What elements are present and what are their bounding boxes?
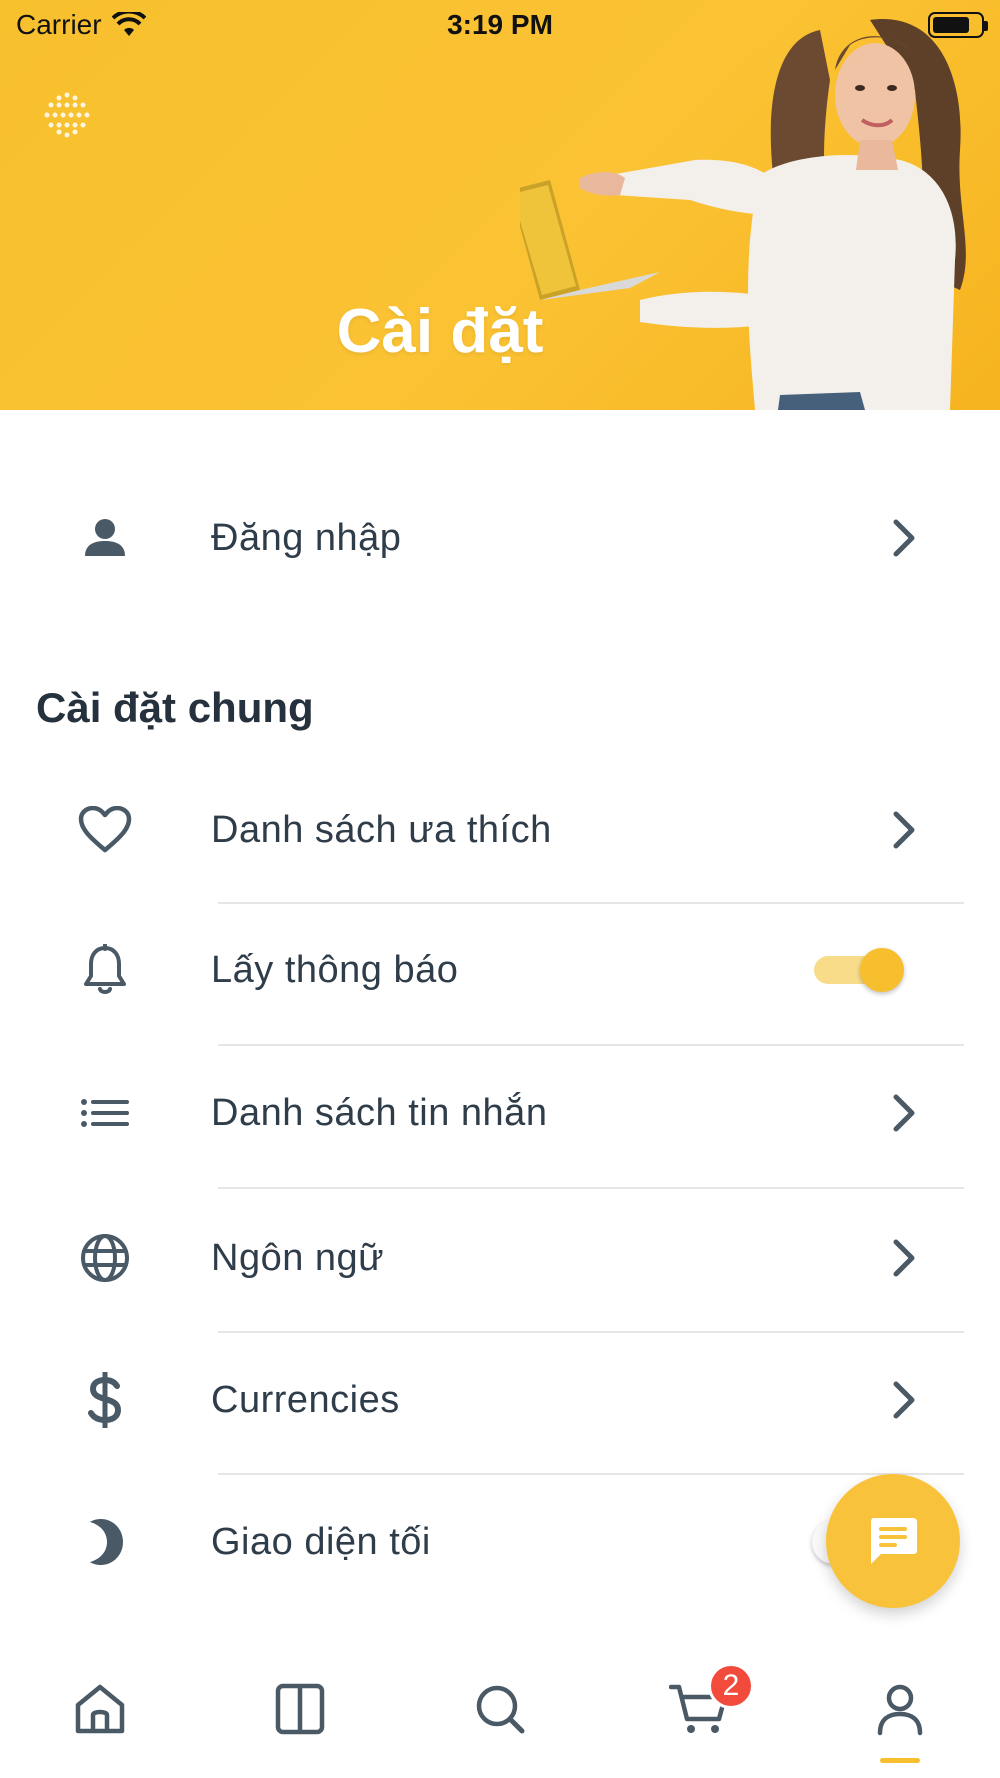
- heart-icon: [78, 803, 132, 857]
- person-icon: [78, 511, 132, 565]
- messages-row[interactable]: Danh sách tin nhắn: [0, 1043, 1000, 1183]
- dark-mode-label: Giao diện tối: [211, 1520, 431, 1563]
- currencies-row[interactable]: Currencies: [0, 1330, 1000, 1470]
- bell-icon: [78, 943, 132, 997]
- chevron-right-icon: [893, 1381, 915, 1419]
- globe-icon: [78, 1231, 132, 1285]
- bottom-navigation: 2: [0, 1640, 1000, 1778]
- battery-level: [933, 17, 969, 33]
- moon-icon: [78, 1515, 132, 1569]
- battery-icon: [928, 12, 988, 38]
- messages-label: Danh sách tin nhắn: [211, 1091, 548, 1134]
- chat-icon: [871, 1518, 917, 1564]
- active-tab-indicator: [880, 1758, 920, 1763]
- status-left: Carrier: [16, 9, 146, 41]
- wifi-icon: [111, 12, 146, 36]
- search-icon: [476, 1685, 525, 1734]
- toggle-knob: [860, 948, 904, 992]
- nav-cart[interactable]: 2: [650, 1659, 754, 1759]
- carrier-label: Carrier: [16, 9, 102, 40]
- currencies-label: Currencies: [211, 1378, 400, 1421]
- nav-search[interactable]: [450, 1659, 550, 1759]
- chevron-right-icon: [893, 1239, 915, 1277]
- login-label: Đăng nhập: [211, 516, 402, 559]
- page-title: Cài đặt: [336, 297, 544, 366]
- columns-icon: [275, 1683, 325, 1735]
- language-row[interactable]: Ngôn ngữ: [0, 1188, 1000, 1328]
- nav-home[interactable]: [50, 1659, 150, 1759]
- cart-badge: 2: [708, 1663, 754, 1709]
- notifications-label: Lấy thông báo: [211, 948, 459, 991]
- nav-categories[interactable]: [250, 1659, 350, 1759]
- language-label: Ngôn ngữ: [211, 1236, 385, 1279]
- chevron-right-icon: [893, 811, 915, 849]
- nav-profile[interactable]: [850, 1659, 950, 1763]
- header-banner: Carrier 3:19 PM Cài đặt: [0, 0, 1000, 410]
- login-row[interactable]: Đăng nhập: [0, 468, 1000, 608]
- dollar-icon: [78, 1372, 132, 1428]
- app-logo-icon: [44, 92, 90, 138]
- home-icon: [75, 1684, 125, 1734]
- notifications-row: Lấy thông báo: [0, 900, 1000, 1040]
- status-bar: Carrier 3:19 PM: [0, 0, 1000, 50]
- chevron-right-icon: [893, 1094, 915, 1132]
- user-icon: [877, 1684, 923, 1736]
- notifications-toggle[interactable]: [812, 942, 904, 998]
- list-icon: [78, 1086, 132, 1140]
- status-time: 3:19 PM: [447, 9, 553, 40]
- chat-fab-button[interactable]: [826, 1474, 960, 1608]
- favorites-label: Danh sách ưa thích: [211, 808, 552, 851]
- section-title-general: Cài đặt chung: [36, 684, 314, 731]
- chevron-right-icon: [893, 519, 915, 557]
- favorites-row[interactable]: Danh sách ưa thích: [0, 760, 1000, 900]
